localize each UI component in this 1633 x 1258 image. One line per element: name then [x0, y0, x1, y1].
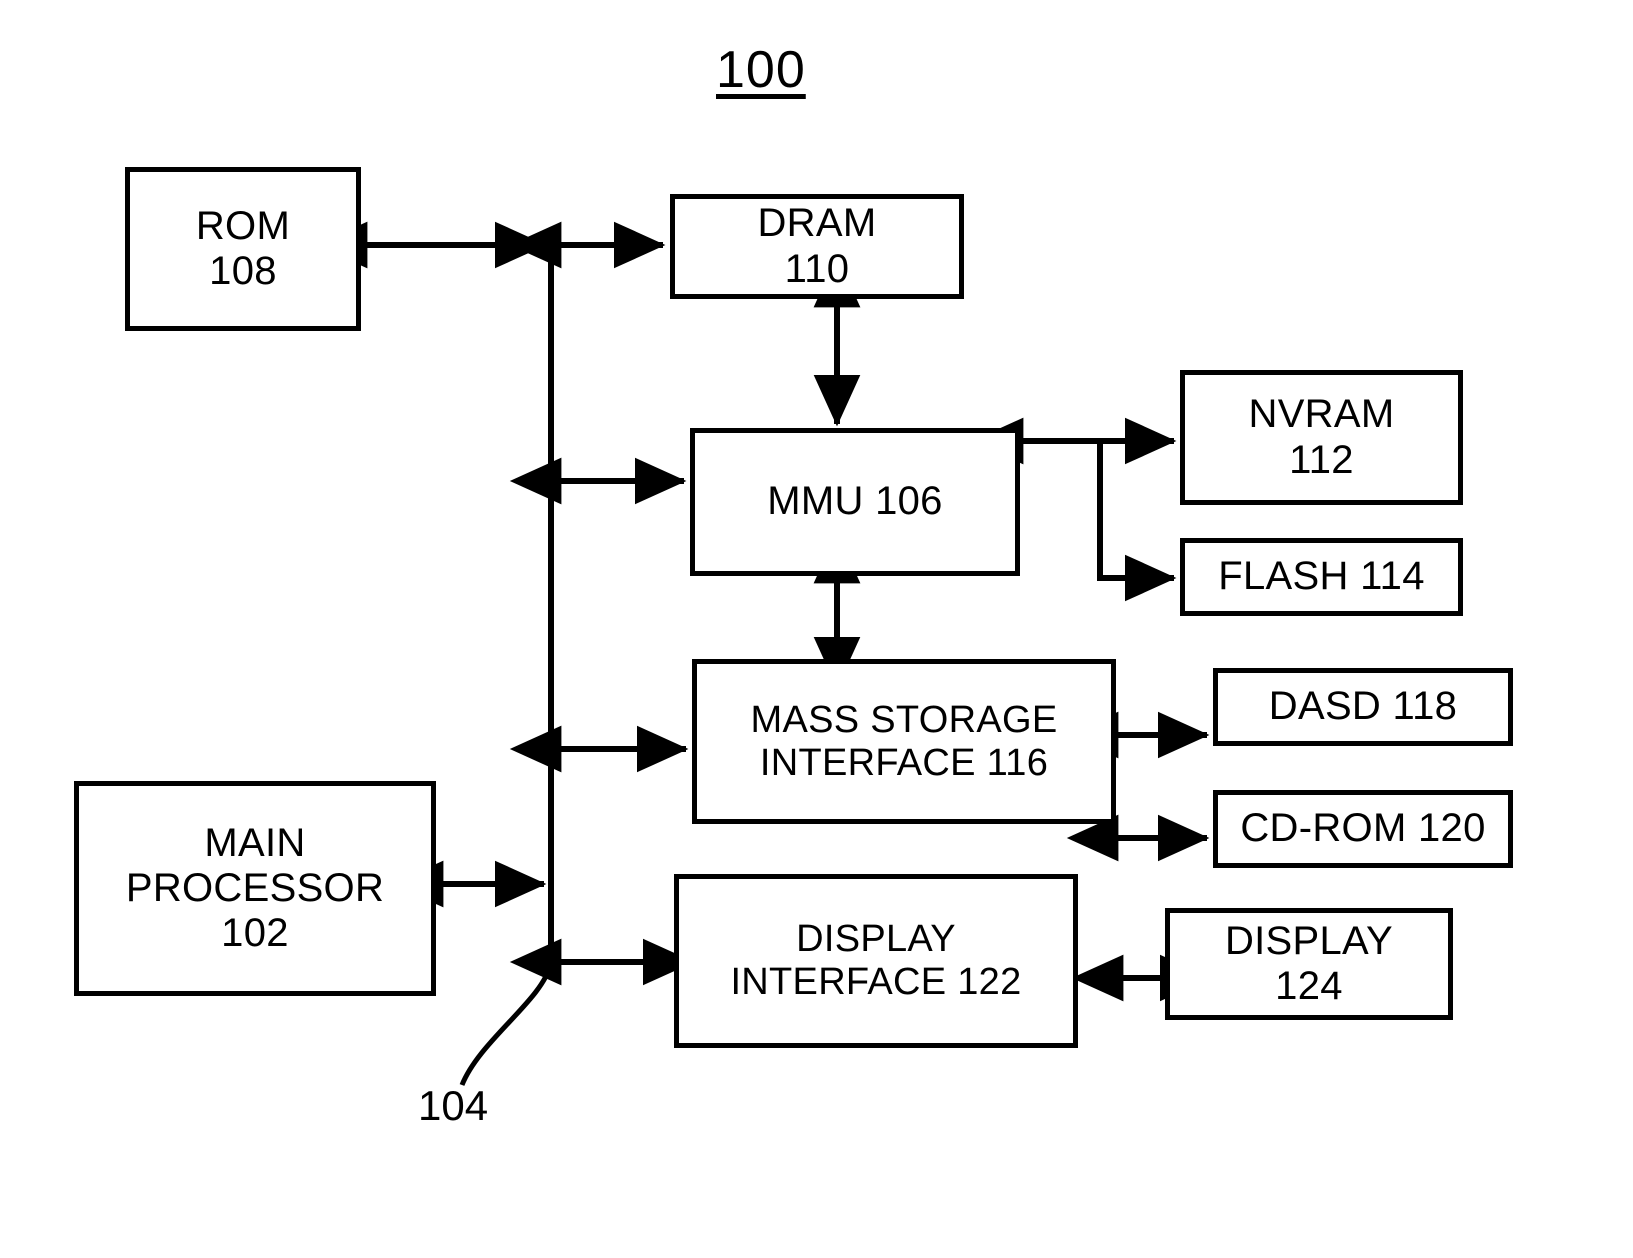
block-display-interface-label: DISPLAY INTERFACE 122 — [730, 918, 1022, 1003]
block-display-label: DISPLAY 124 — [1224, 918, 1394, 1008]
block-nvram[interactable]: NVRAM 112 — [1180, 370, 1463, 505]
block-rom-label: ROM 108 — [195, 203, 291, 293]
block-dram[interactable]: DRAM 110 — [670, 194, 964, 299]
block-mass-storage-interface-label: MASS STORAGE INTERFACE 116 — [750, 698, 1058, 784]
block-flash[interactable]: FLASH 114 — [1180, 538, 1463, 616]
bus-reference-label: 104 — [418, 1082, 489, 1129]
block-flash-label: FLASH 114 — [1218, 554, 1425, 599]
block-cdrom-label: CD-ROM 120 — [1240, 806, 1486, 851]
block-cdrom[interactable]: CD-ROM 120 — [1213, 790, 1513, 868]
block-main-processor[interactable]: MAIN PROCESSOR 102 — [74, 781, 436, 996]
figure-number: 100 — [716, 41, 806, 99]
block-mmu-label: MMU 106 — [767, 479, 943, 524]
block-dasd-label: DASD 118 — [1268, 684, 1458, 729]
figure-canvas: 100 ROM 108 DRAM 110 MMU 106 NVRAM 112 F… — [0, 0, 1633, 1258]
block-mass-storage-interface[interactable]: MASS STORAGE INTERFACE 116 — [692, 659, 1116, 824]
conn-mmu-flash — [1097, 444, 1177, 602]
block-rom[interactable]: ROM 108 — [125, 167, 361, 331]
block-mmu[interactable]: MMU 106 — [690, 428, 1020, 576]
block-display-interface[interactable]: DISPLAY INTERFACE 122 — [674, 874, 1078, 1048]
block-display[interactable]: DISPLAY 124 — [1165, 908, 1453, 1020]
block-main-processor-label: MAIN PROCESSOR 102 — [125, 820, 385, 956]
bus-leader-line — [459, 962, 554, 1086]
block-nvram-label: NVRAM 112 — [1248, 392, 1395, 482]
block-dram-label: DRAM 110 — [757, 201, 877, 291]
block-dasd[interactable]: DASD 118 — [1213, 668, 1513, 746]
